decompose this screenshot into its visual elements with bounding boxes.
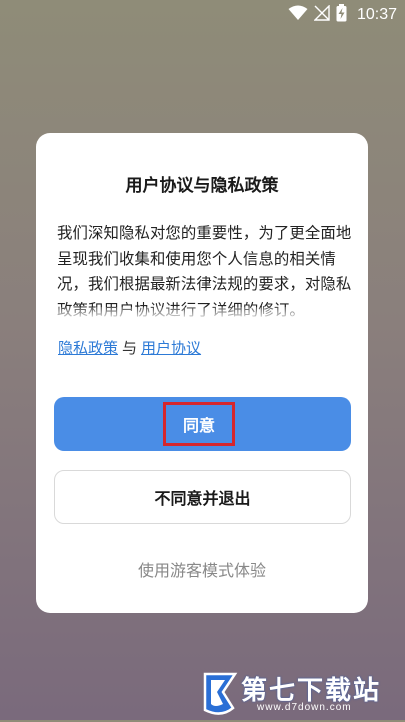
- status-time: 10:37: [356, 6, 397, 23]
- guest-mode-link[interactable]: 使用游客模式体验: [36, 557, 368, 581]
- battery-charging-icon: [336, 4, 347, 26]
- status-bar: 10:37: [0, 0, 405, 28]
- privacy-policy-link[interactable]: 隐私政策: [58, 339, 118, 357]
- dialog-title: 用户协议与隐私政策: [125, 176, 279, 196]
- privacy-dialog: 用户协议与隐私政策 我们深知隐私对您的重要性，为了更全面地呈现我们收集和使用您个…: [36, 133, 368, 613]
- watermark-url: www.d7down.com: [257, 702, 352, 713]
- dialog-body-text[interactable]: 我们深知隐私对您的重要性，为了更全面地呈现我们收集和使用您个人信息的相关情况，我…: [57, 221, 353, 321]
- watermark: 第七下载站 www.d7down.com: [199, 668, 399, 718]
- policy-links: 隐私政策与用户协议: [58, 337, 201, 358]
- agree-button-label: 同意: [163, 402, 235, 446]
- agree-button[interactable]: 同意: [54, 397, 351, 451]
- no-signal-icon: [313, 4, 330, 25]
- link-separator: 与: [122, 339, 138, 357]
- watermark-logo-icon: [199, 668, 243, 722]
- disagree-exit-button[interactable]: 不同意并退出: [54, 470, 351, 524]
- status-icons: 10:37: [288, 4, 397, 26]
- wifi-icon: [288, 5, 308, 25]
- user-agreement-link[interactable]: 用户协议: [141, 339, 201, 357]
